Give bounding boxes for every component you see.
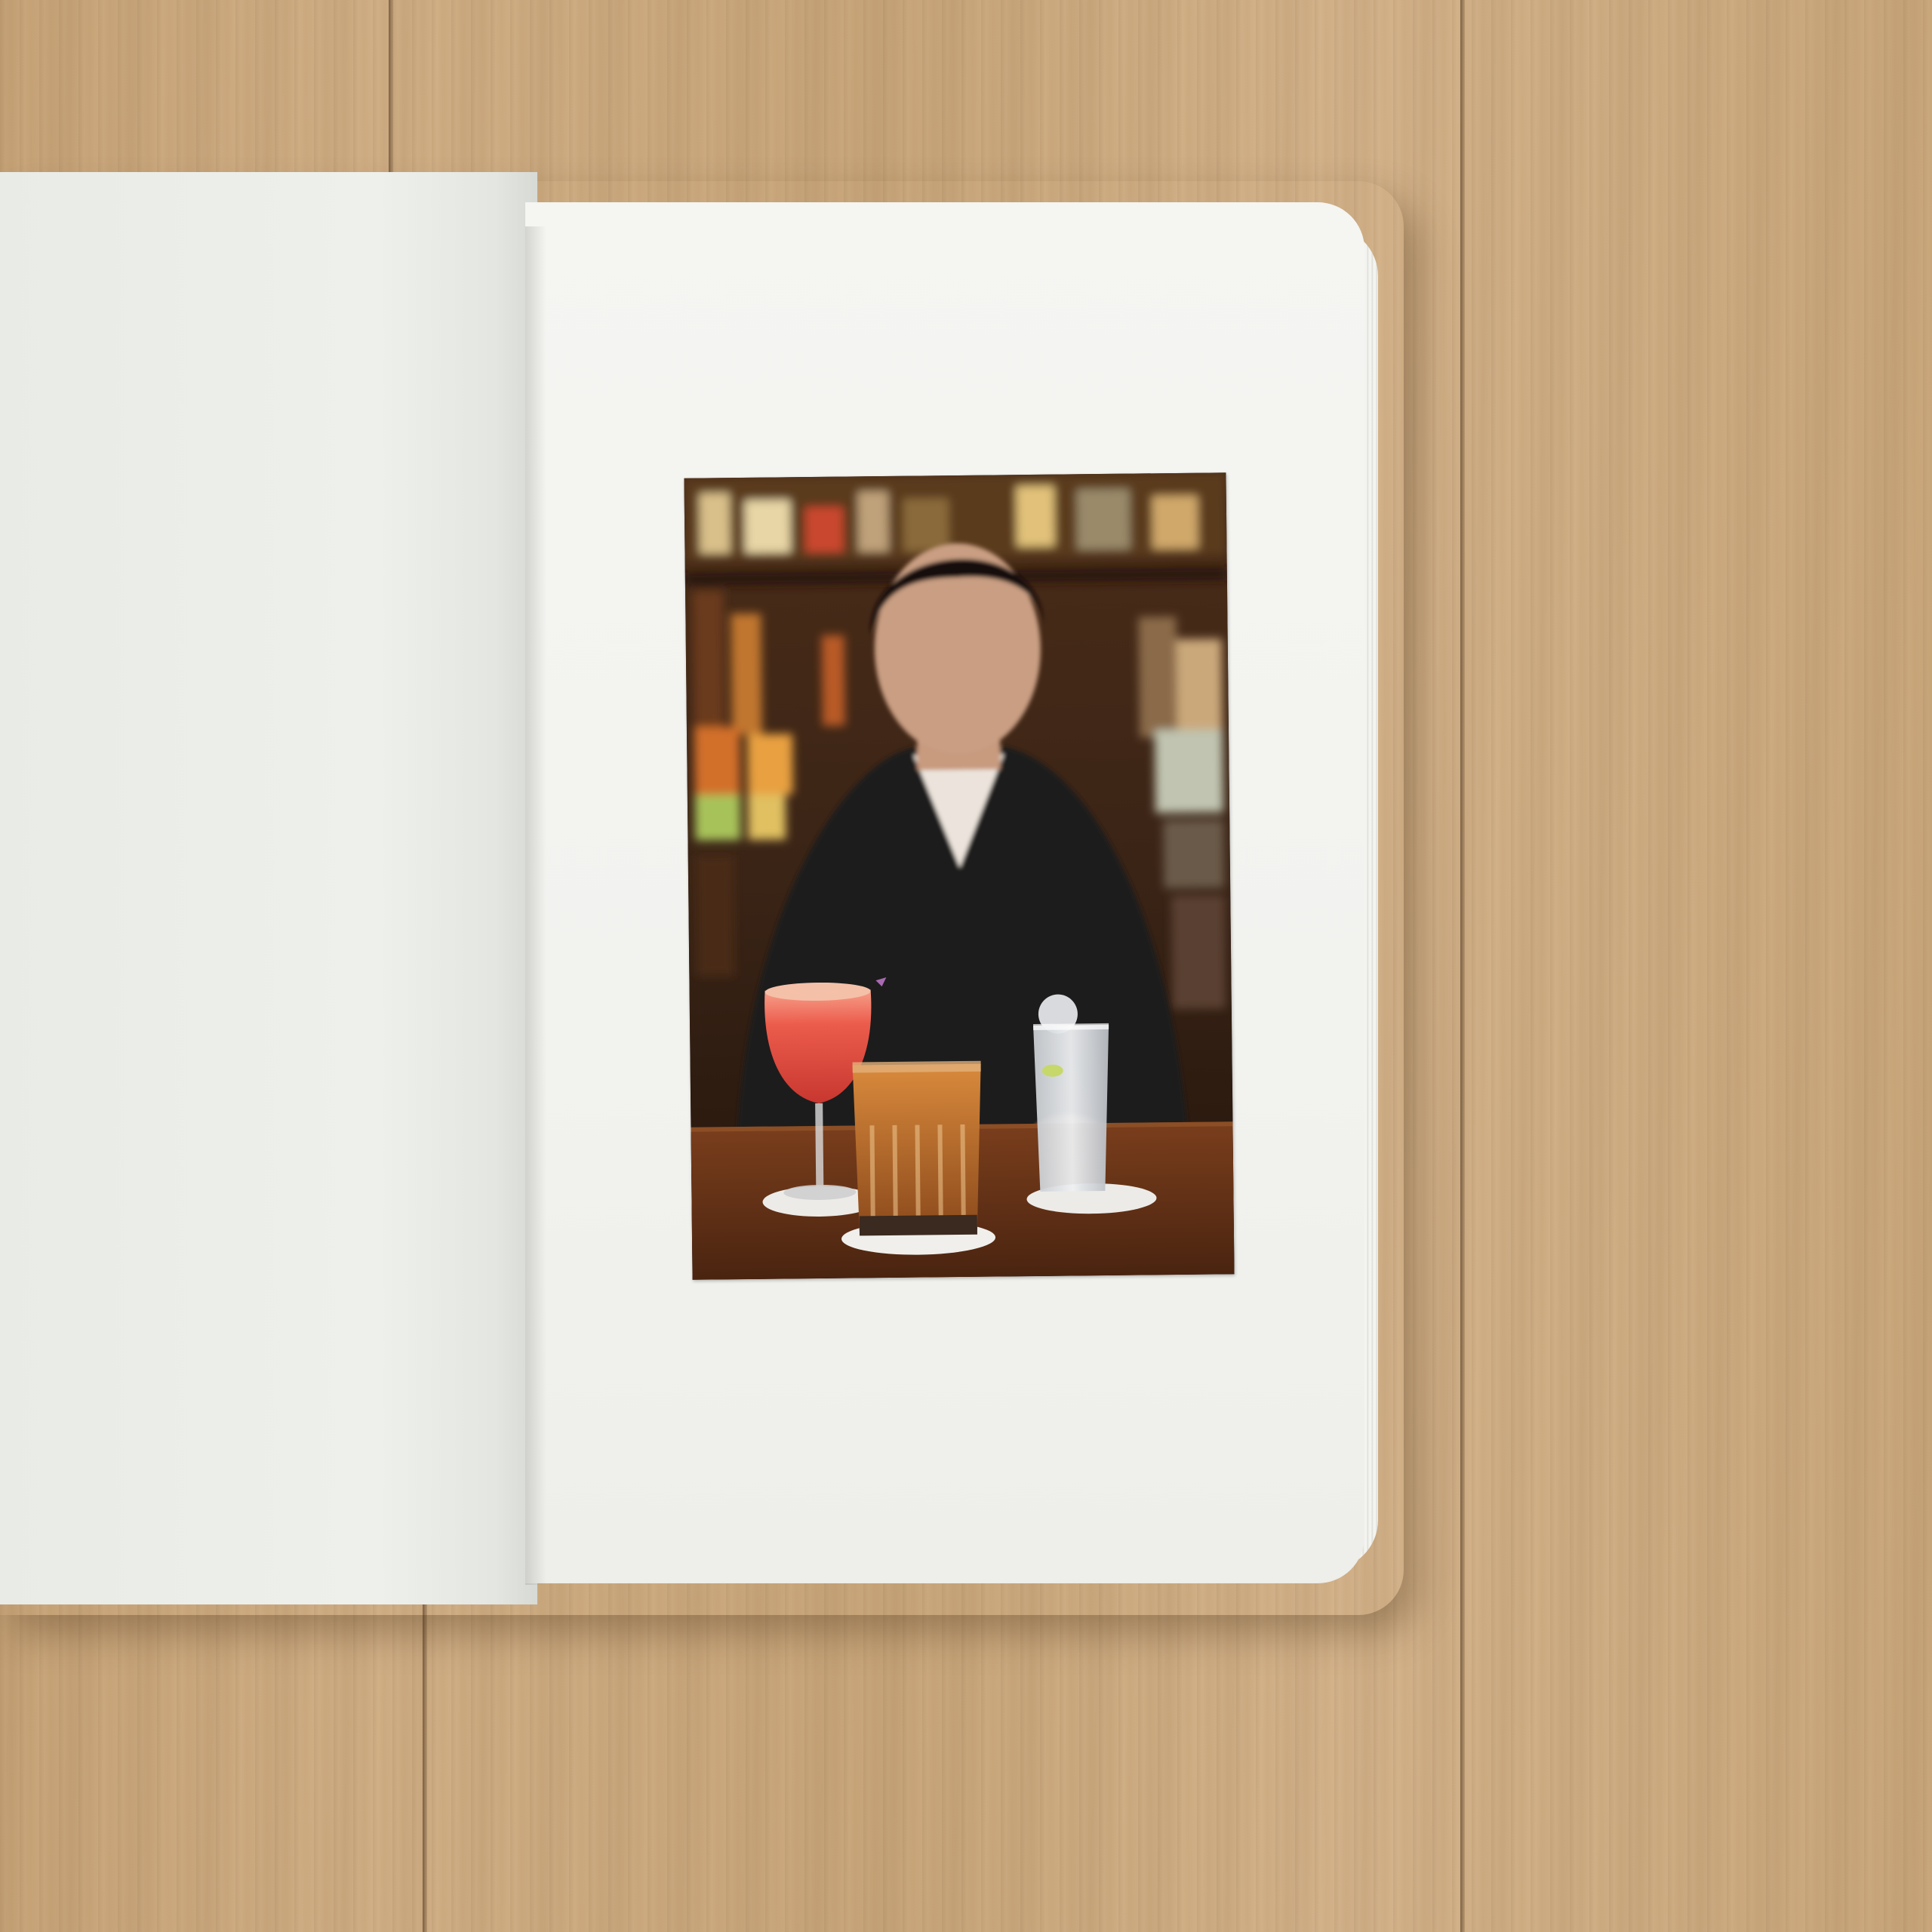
book-gutter <box>525 226 546 1585</box>
whisky-rocks-glass <box>852 1060 981 1236</box>
photo-bartender-cocktails <box>684 472 1235 1280</box>
left-page <box>0 172 537 1604</box>
plank-seam <box>1460 0 1465 1932</box>
plank-seam <box>423 1592 427 1932</box>
pasted-photo <box>684 472 1235 1280</box>
plank-seam <box>389 0 393 174</box>
highball-glass <box>1033 994 1109 1192</box>
